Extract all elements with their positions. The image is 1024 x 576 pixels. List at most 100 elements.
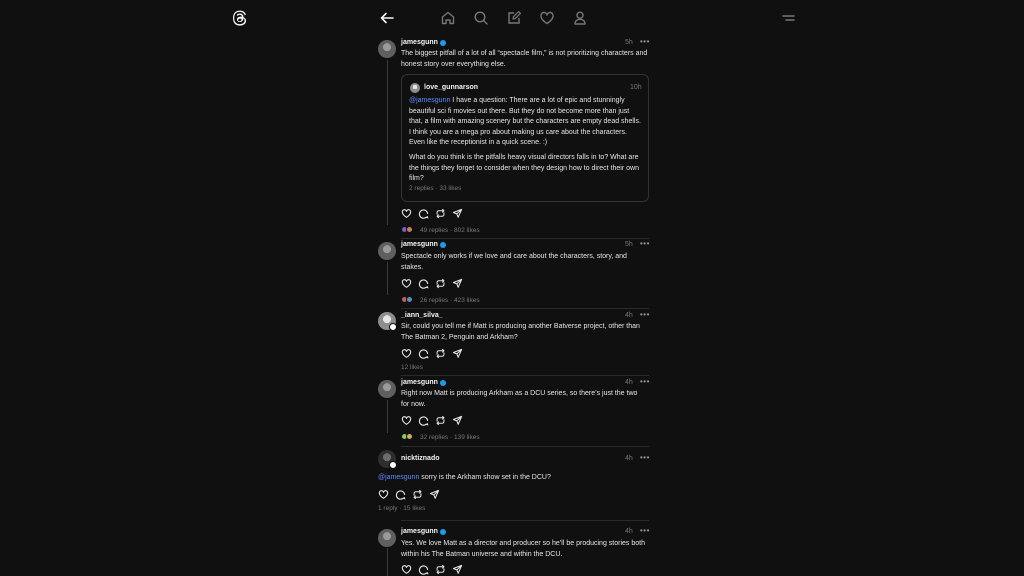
post-actions bbox=[378, 489, 440, 500]
verified-badge-icon bbox=[440, 242, 446, 248]
avatar[interactable] bbox=[410, 83, 420, 93]
share-send-icon[interactable] bbox=[429, 489, 440, 500]
follow-plus-icon[interactable] bbox=[389, 461, 397, 469]
post-stats[interactable]: 1 reply · 15 likes bbox=[378, 505, 425, 512]
post-text: Right now Matt is producing Arkham as a … bbox=[401, 390, 638, 408]
more-options-icon[interactable]: ••• bbox=[640, 37, 650, 46]
username[interactable]: love_gunnarson bbox=[424, 84, 478, 91]
post-time: 4h bbox=[625, 455, 633, 462]
verified-badge-icon bbox=[440, 40, 446, 46]
verified-badge-icon bbox=[440, 529, 446, 535]
divider bbox=[401, 375, 649, 376]
post-time: 5h bbox=[625, 39, 633, 46]
post-text: Sir, could you tell me if Matt is produc… bbox=[401, 323, 640, 341]
repost-icon[interactable] bbox=[435, 415, 446, 426]
post-text: What do you think is the pitfalls heavy … bbox=[409, 154, 639, 182]
username[interactable]: nicktiznado bbox=[401, 455, 440, 462]
mention-link[interactable]: @jamesgunn bbox=[378, 474, 419, 481]
heart-icon[interactable] bbox=[539, 10, 555, 26]
more-options-icon[interactable]: ••• bbox=[640, 453, 650, 462]
post-stats[interactable]: 26 replies · 423 likes bbox=[420, 297, 480, 304]
reply-bubble-icon[interactable] bbox=[418, 348, 429, 359]
like-heart-icon[interactable] bbox=[401, 208, 412, 219]
search-icon[interactable] bbox=[473, 10, 489, 26]
reply-bubble-icon[interactable] bbox=[418, 415, 429, 426]
replier-avatar bbox=[406, 433, 413, 440]
username[interactable]: jamesgunn bbox=[401, 528, 438, 535]
post-time: 4h bbox=[625, 528, 633, 535]
username[interactable]: jamesgunn bbox=[401, 39, 438, 46]
post-actions bbox=[401, 415, 463, 426]
replier-avatar bbox=[406, 296, 413, 303]
repost-icon[interactable] bbox=[435, 278, 446, 289]
post-text-body: I have a question: There are a lot of ep… bbox=[409, 97, 641, 146]
thread-line bbox=[387, 400, 388, 433]
reply-bubble-icon[interactable] bbox=[395, 489, 406, 500]
repost-icon[interactable] bbox=[435, 564, 446, 575]
mention-link[interactable]: @jamesgunn bbox=[409, 97, 450, 104]
post-text: Yes. We love Matt as a director and prod… bbox=[401, 540, 645, 558]
post-text: Spectacle only works if we love and care… bbox=[401, 253, 627, 271]
divider bbox=[401, 520, 649, 521]
post-actions bbox=[401, 564, 463, 575]
repost-icon[interactable] bbox=[435, 208, 446, 219]
post-stats[interactable]: 2 replies · 33 likes bbox=[409, 185, 461, 192]
post-time: 4h bbox=[625, 379, 633, 386]
avatar[interactable] bbox=[378, 380, 396, 398]
post-time: 5h bbox=[625, 241, 633, 248]
post-actions bbox=[401, 208, 463, 219]
username[interactable]: jamesgunn bbox=[401, 241, 438, 248]
menu-icon[interactable] bbox=[780, 12, 796, 24]
like-heart-icon[interactable] bbox=[378, 489, 389, 500]
repost-icon[interactable] bbox=[412, 489, 423, 500]
verified-badge-icon bbox=[440, 380, 446, 386]
compose-icon[interactable] bbox=[506, 10, 522, 26]
reply-bubble-icon[interactable] bbox=[418, 208, 429, 219]
replier-avatar bbox=[406, 226, 413, 233]
avatar[interactable] bbox=[378, 242, 396, 260]
reply-bubble-icon[interactable] bbox=[418, 278, 429, 289]
avatar[interactable] bbox=[378, 529, 396, 547]
threads-logo-icon[interactable] bbox=[231, 9, 249, 27]
post-stats[interactable]: 32 replies · 139 likes bbox=[420, 434, 480, 441]
reply-bubble-icon[interactable] bbox=[418, 564, 429, 575]
follow-plus-icon[interactable] bbox=[389, 323, 397, 331]
divider bbox=[401, 446, 649, 447]
share-send-icon[interactable] bbox=[452, 564, 463, 575]
post-stats[interactable]: 49 replies · 802 likes bbox=[420, 227, 480, 234]
back-arrow-icon[interactable] bbox=[379, 10, 395, 26]
username[interactable]: jamesgunn bbox=[401, 379, 438, 386]
like-heart-icon[interactable] bbox=[401, 415, 412, 426]
divider bbox=[401, 238, 649, 239]
post-time: 4h bbox=[625, 312, 633, 319]
thread-line bbox=[387, 60, 388, 225]
post-text: @jamesgunn I have a question: There are … bbox=[409, 96, 643, 149]
home-icon[interactable] bbox=[440, 10, 456, 26]
post-text: @jamesgunn sorry is the Arkham show set … bbox=[378, 473, 648, 484]
more-options-icon[interactable]: ••• bbox=[640, 239, 650, 248]
more-options-icon[interactable]: ••• bbox=[640, 526, 650, 535]
username[interactable]: _iann_silva_ bbox=[401, 312, 443, 319]
thread-line bbox=[387, 548, 388, 576]
more-options-icon[interactable]: ••• bbox=[640, 310, 650, 319]
post-actions bbox=[401, 348, 463, 359]
share-send-icon[interactable] bbox=[452, 415, 463, 426]
post-time: 10h bbox=[630, 84, 642, 91]
share-send-icon[interactable] bbox=[452, 278, 463, 289]
post-text: The biggest pitfall of a lot of all “spe… bbox=[401, 50, 648, 68]
repost-icon[interactable] bbox=[435, 348, 446, 359]
like-heart-icon[interactable] bbox=[401, 564, 412, 575]
post-actions bbox=[401, 278, 463, 289]
share-send-icon[interactable] bbox=[452, 348, 463, 359]
like-heart-icon[interactable] bbox=[401, 348, 412, 359]
avatar[interactable] bbox=[378, 40, 396, 58]
post-stats[interactable]: 12 likes bbox=[401, 364, 423, 371]
divider bbox=[401, 308, 649, 309]
like-heart-icon[interactable] bbox=[401, 278, 412, 289]
thread-line bbox=[387, 262, 388, 295]
profile-icon[interactable] bbox=[572, 10, 588, 26]
quoted-post[interactable]: love_gunnarson 10h @jamesgunn I have a q… bbox=[401, 74, 649, 202]
share-send-icon[interactable] bbox=[452, 208, 463, 219]
post-text-body: sorry is the Arkham show set in the DCU? bbox=[419, 474, 551, 481]
more-options-icon[interactable]: ••• bbox=[640, 377, 650, 386]
